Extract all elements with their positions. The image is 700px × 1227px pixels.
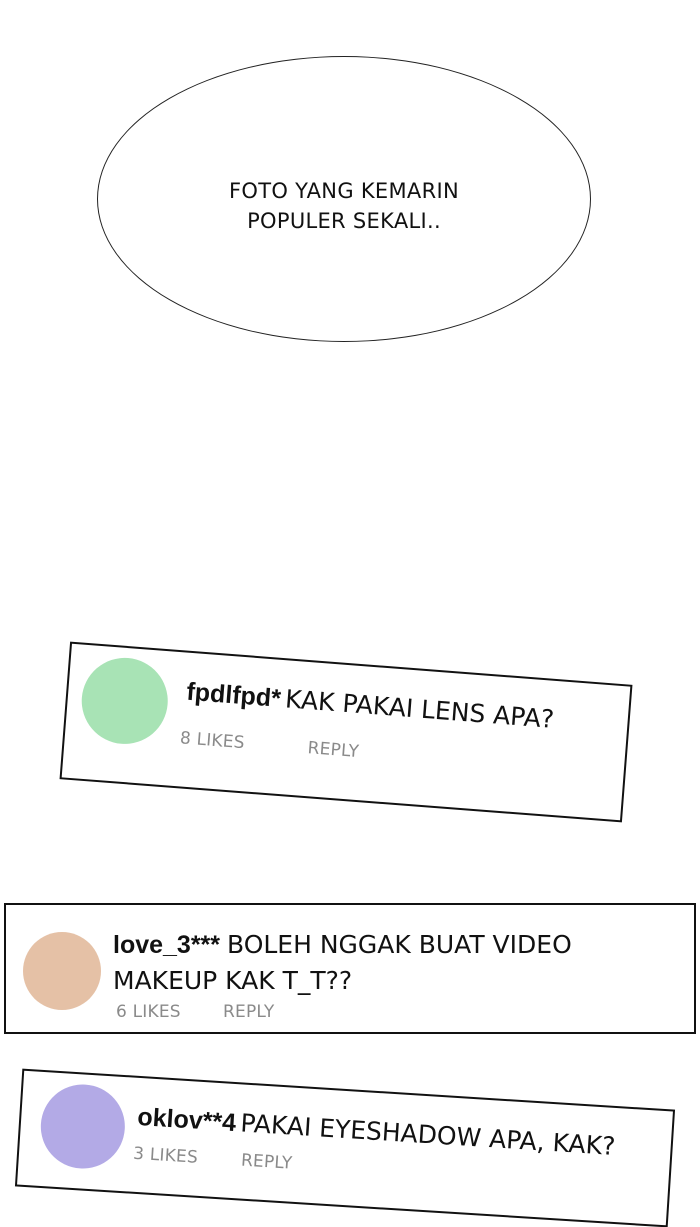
reply-button[interactable]: REPLY	[307, 738, 360, 762]
comment-username[interactable]: oklov**4	[137, 1103, 237, 1137]
comment-card: love_3*** BOLEH NGGAK BUAT VIDEO MAKEUP …	[4, 903, 696, 1034]
comment-card: fpdlfpd* KAK PAKAI LENS APA? 8 LIKES REP…	[59, 641, 633, 823]
comment-line: fpdlfpd* KAK PAKAI LENS APA?	[185, 677, 556, 735]
reply-button[interactable]: REPLY	[223, 1002, 274, 1022]
speech-bubble-text: FOTO YANG KEMARIN POPULER SEKALI..	[97, 176, 591, 236]
comment-line: oklov**4 PAKAI EYESHADOW APA, KAK?	[137, 1102, 617, 1162]
comment-text-line-1: BOLEH NGGAK BUAT VIDEO	[226, 930, 572, 959]
comment-username[interactable]: fpdlfpd*	[186, 678, 282, 713]
likes-count[interactable]: 6 LIKES	[116, 1002, 181, 1022]
avatar[interactable]	[78, 654, 171, 748]
avatar[interactable]	[38, 1081, 128, 1172]
comment-body: love_3*** BOLEH NGGAK BUAT VIDEO MAKEUP …	[113, 927, 673, 999]
speech-line-1: FOTO YANG KEMARIN	[229, 179, 459, 203]
speech-line-2: POPULER SEKALI..	[247, 209, 441, 233]
comment-text: PAKAI EYESHADOW APA, KAK?	[239, 1108, 617, 1161]
reply-button[interactable]: REPLY	[240, 1151, 293, 1174]
avatar[interactable]	[23, 932, 101, 1010]
comment-username[interactable]: love_3***	[113, 931, 220, 959]
likes-count[interactable]: 8 LIKES	[179, 728, 245, 753]
comment-text: KAK PAKAI LENS APA?	[284, 684, 556, 734]
comment-card: oklov**4 PAKAI EYESHADOW APA, KAK? 3 LIK…	[14, 1068, 676, 1227]
likes-count[interactable]: 3 LIKES	[133, 1144, 199, 1168]
comment-text-line-2: MAKEUP KAK T_T??	[113, 966, 353, 995]
